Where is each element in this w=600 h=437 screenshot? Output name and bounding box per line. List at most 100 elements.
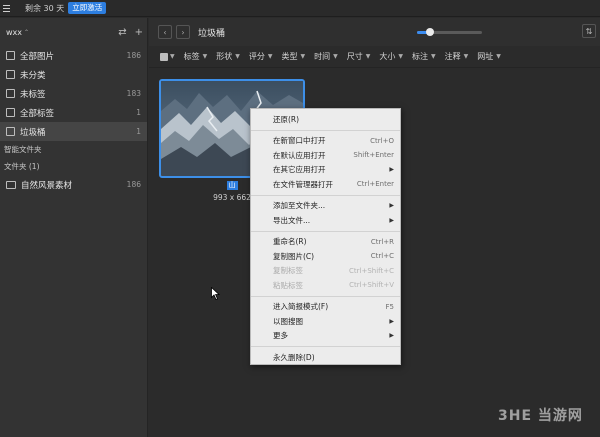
- submenu-arrow-icon: ▶: [389, 216, 394, 224]
- library-switcher[interactable]: wxx ⌃ ⇄ +: [0, 18, 147, 46]
- context-menu-item[interactable]: 在文件管理器打开 Ctrl+Enter: [251, 177, 400, 192]
- folder-item-label: 自然风景素材: [21, 180, 73, 191]
- filter-dropdown[interactable]: 大小 ▼: [379, 51, 403, 62]
- filter-dropdown[interactable]: 尺寸 ▼: [347, 51, 371, 62]
- submenu-arrow-icon: ▶: [389, 166, 394, 174]
- zoom-slider-handle[interactable]: [426, 28, 434, 36]
- images-icon: [6, 51, 15, 60]
- filter-dropdown[interactable]: 类型 ▼: [282, 51, 306, 62]
- menu-item-label: 添加至文件夹...: [273, 201, 326, 211]
- context-menu-item[interactable]: 在其它应用打开 ▶: [251, 163, 400, 178]
- context-menu: 还原(R) 在新窗口中打开 Ctrl+O 在默认应用打开 Shift+Enter 在其它应…: [250, 108, 401, 365]
- filter-dropdown[interactable]: 注释 ▼: [445, 51, 469, 62]
- page-title: 垃圾桶: [198, 28, 226, 39]
- unsorted-icon: [6, 70, 15, 79]
- menu-item-shortcut: Shift+Enter: [353, 151, 394, 160]
- context-menu-item[interactable]: 进入简报模式(F) F5: [251, 300, 400, 315]
- context-menu-item[interactable]: 还原(R): [251, 112, 400, 127]
- folder-heading[interactable]: 文件夹 (1): [0, 158, 147, 175]
- color-filter-icon[interactable]: [160, 52, 168, 61]
- menu-item-shortcut: Ctrl+O: [370, 136, 394, 145]
- sidebar-item[interactable]: 全部标签 1: [0, 103, 147, 122]
- menu-item-label: 永久删除(D): [273, 352, 315, 362]
- menu-separator: [251, 194, 400, 196]
- menu-item-label: 在默认应用打开: [273, 150, 326, 160]
- chevron-down-icon: ▼: [235, 53, 240, 60]
- back-button[interactable]: ‹: [158, 25, 172, 39]
- sidebar-item-count: 1: [136, 127, 141, 136]
- site-watermark: 3HE 当游网: [498, 408, 583, 424]
- sidebar-item-label: 未分类: [20, 70, 46, 81]
- context-menu-item: 复制标签 Ctrl+Shift+C: [251, 264, 400, 279]
- sidebar-item-label: 全部图片: [20, 51, 55, 62]
- sidebar-item[interactable]: 未分类: [0, 65, 147, 84]
- context-menu-item[interactable]: 导出文件... ▶: [251, 213, 400, 228]
- submenu-arrow-icon: ▶: [389, 332, 394, 340]
- sidebar-item[interactable]: 全部图片 186: [0, 46, 147, 65]
- menu-item-label: 以图搜图: [273, 316, 303, 326]
- color-filter-caret-icon[interactable]: ▼: [170, 53, 175, 60]
- context-menu-item[interactable]: 复制图片(C) Ctrl+C: [251, 249, 400, 264]
- sidebar-item-count: 186: [126, 51, 141, 60]
- add-icon[interactable]: +: [135, 27, 143, 38]
- filter-dropdown[interactable]: 网址 ▼: [477, 51, 501, 62]
- menu-item-label: 复制图片(C): [273, 251, 315, 261]
- filter-label: 类型: [281, 52, 298, 61]
- folder-item-count: 186: [126, 180, 141, 189]
- sidebar-item-count: 1: [136, 108, 141, 117]
- menu-item-label: 在新窗口中打开: [273, 136, 326, 146]
- filter-dropdown[interactable]: 时间 ▼: [314, 51, 338, 62]
- menu-item-shortcut: Ctrl+Enter: [356, 180, 394, 189]
- sidebar-item[interactable]: 未标签 183: [0, 84, 147, 103]
- context-menu-item[interactable]: 在默认应用打开 Shift+Enter: [251, 148, 400, 163]
- context-menu-item[interactable]: 重命名(R) Ctrl+R: [251, 235, 400, 250]
- filter-dropdown[interactable]: 标签 ▼: [184, 51, 208, 62]
- submenu-arrow-icon: ▶: [389, 317, 394, 325]
- sidebar-item-count: 183: [126, 89, 141, 98]
- activate-now-button[interactable]: 立即激活: [68, 2, 107, 14]
- filter-label: 尺寸: [346, 52, 363, 61]
- context-menu-item[interactable]: 永久删除(D): [251, 350, 400, 365]
- chevron-down-icon: ▼: [463, 53, 469, 60]
- submenu-arrow-icon: ▶: [389, 202, 394, 210]
- sidebar-item-label: 全部标签: [20, 108, 55, 119]
- menu-item-shortcut: Ctrl+R: [370, 237, 394, 246]
- menu-item-shortcut: Ctrl+Shift+C: [349, 266, 394, 275]
- sync-icon[interactable]: ⇄: [118, 27, 126, 38]
- context-menu-item: 粘贴标签 Ctrl+Shift+V: [251, 278, 400, 293]
- filter-dropdown[interactable]: 评分 ▼: [249, 51, 273, 62]
- filter-label: 注释: [444, 52, 461, 61]
- trial-remaining-text: 剩余 30 天: [25, 3, 65, 13]
- filter-label: 标注: [412, 52, 428, 61]
- menu-item-label: 在文件管理器打开: [273, 179, 333, 189]
- top-bar: 剩余 30 天 立即激活: [0, 0, 600, 17]
- chevron-down-icon: ▼: [300, 53, 306, 60]
- context-menu-item[interactable]: 以图搜图 ▶: [251, 314, 400, 329]
- sidebar-item-label: 未标签: [20, 89, 46, 100]
- context-menu-item[interactable]: 添加至文件夹... ▶: [251, 199, 400, 214]
- filter-label: 标签: [183, 52, 200, 61]
- forward-button[interactable]: ›: [176, 25, 190, 39]
- sidebar-item[interactable]: 垃圾桶 1: [0, 122, 147, 141]
- hamburger-menu-icon[interactable]: [3, 0, 17, 17]
- filter-label: 网址: [477, 52, 494, 61]
- chevron-down-icon: ▼: [365, 53, 371, 60]
- sidebar-item-label: 垃圾桶: [20, 127, 46, 138]
- library-caret-icon: ⌃: [24, 28, 30, 36]
- smart-folder-heading[interactable]: 智能文件夹: [0, 141, 147, 158]
- menu-item-label: 进入简报模式(F): [273, 302, 329, 312]
- menu-item-shortcut: F5: [385, 302, 394, 311]
- folder-item[interactable]: 自然风景素材 186: [0, 175, 147, 194]
- context-menu-item[interactable]: 在新窗口中打开 Ctrl+O: [251, 134, 400, 149]
- filter-dropdown[interactable]: 形状 ▼: [216, 51, 240, 62]
- main-header: ‹ › 垃圾桶 ⇅: [149, 18, 600, 46]
- sort-icon[interactable]: ⇅: [582, 24, 596, 38]
- menu-item-label: 还原(R): [273, 114, 300, 124]
- filter-dropdown[interactable]: 标注 ▼: [412, 51, 436, 62]
- chevron-down-icon: ▼: [431, 53, 436, 60]
- zoom-slider[interactable]: [417, 28, 482, 36]
- image-name-label[interactable]: 山: [226, 181, 238, 190]
- tag-icon: [6, 108, 15, 117]
- sidebar: wxx ⌃ ⇄ + 全部图片 186 未分类未标签 183 全部标签 1 垃圾桶 1 智能文件…: [0, 18, 148, 437]
- context-menu-item[interactable]: 更多 ▶: [251, 329, 400, 344]
